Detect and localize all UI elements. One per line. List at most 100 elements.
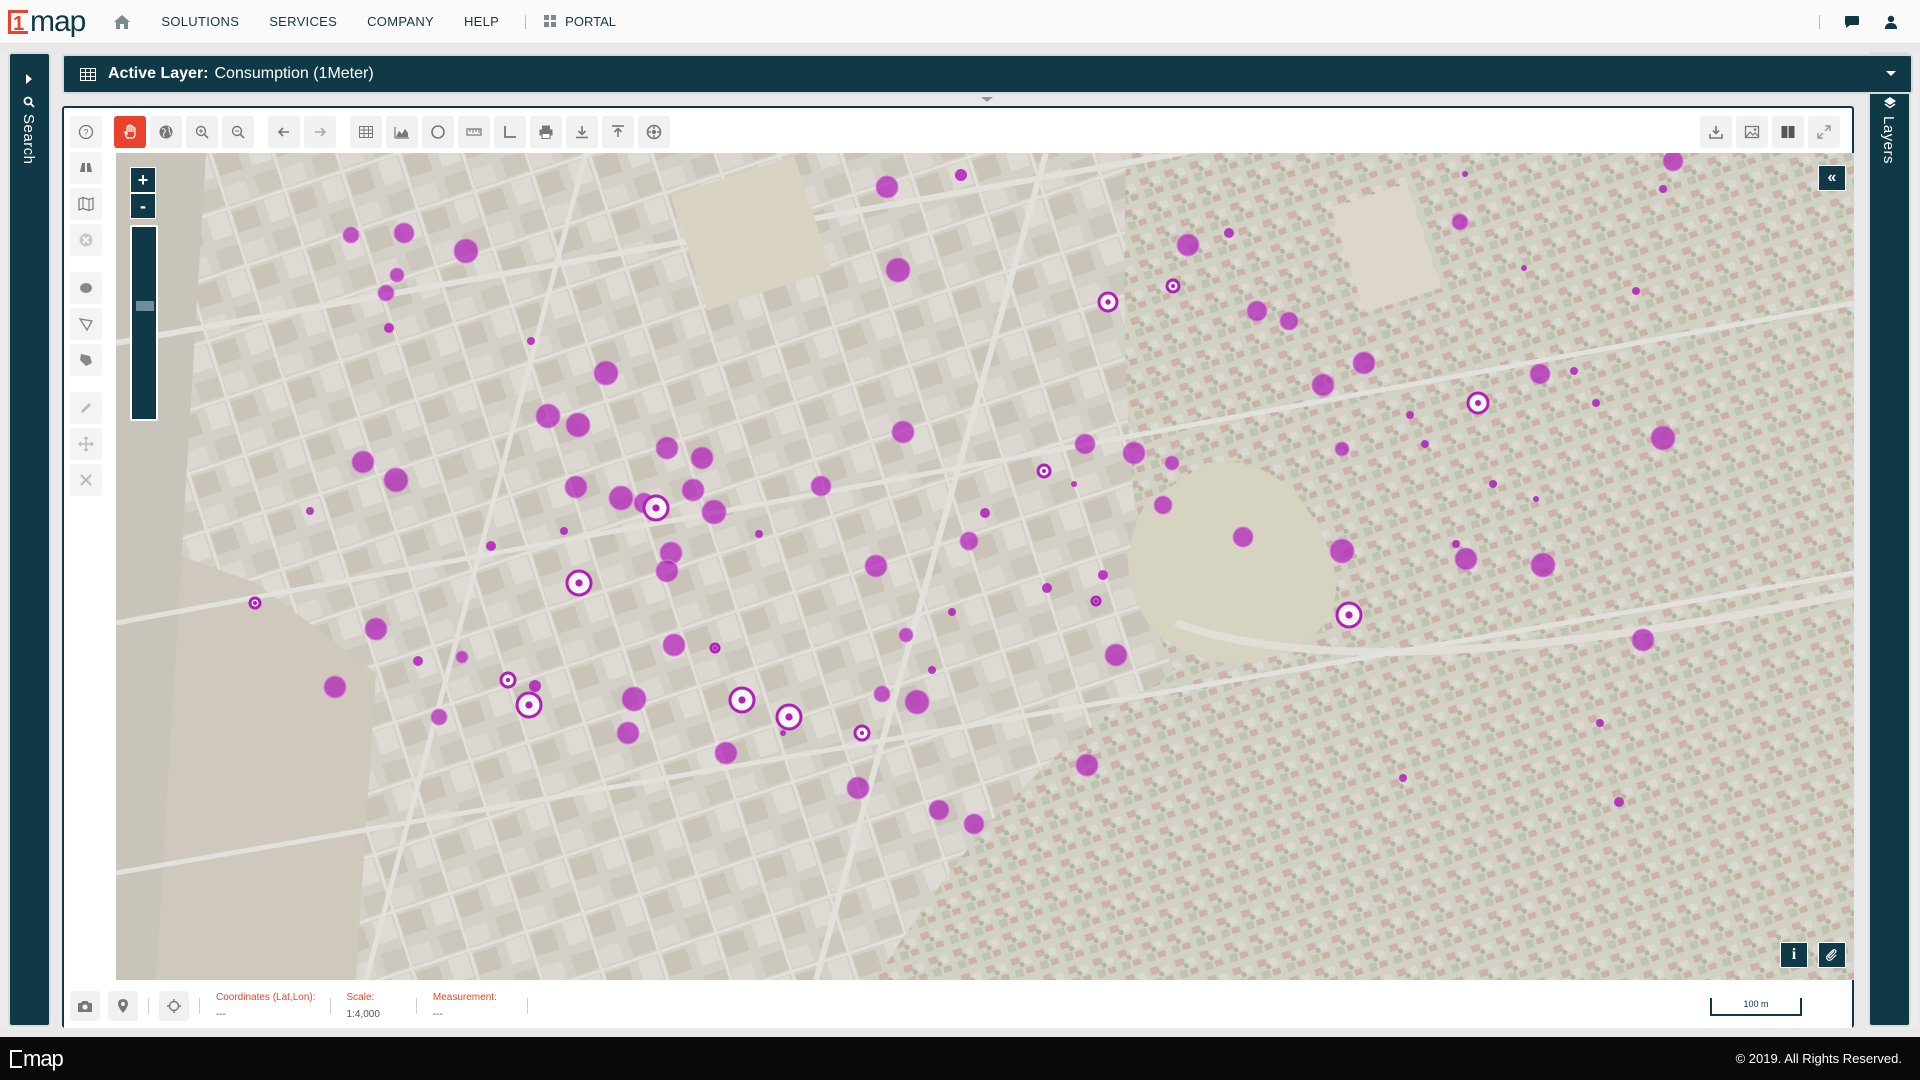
back-button[interactable] — [268, 116, 300, 148]
consumption-point[interactable] — [655, 436, 679, 460]
consumption-point[interactable] — [1334, 441, 1350, 457]
fullscreen-button[interactable] — [1808, 116, 1840, 148]
globe-button[interactable] — [150, 116, 182, 148]
consumption-point[interactable] — [608, 485, 634, 511]
download-button[interactable] — [566, 116, 598, 148]
consumption-point[interactable] — [1098, 570, 1108, 580]
consumption-point[interactable] — [453, 238, 479, 264]
consumption-point[interactable] — [389, 267, 405, 283]
home-icon[interactable] — [113, 13, 131, 31]
print-button[interactable] — [530, 116, 562, 148]
consumption-point[interactable] — [1406, 411, 1414, 419]
map-button[interactable] — [70, 188, 102, 220]
help-button[interactable]: ? — [70, 116, 102, 148]
consumption-point[interactable] — [455, 650, 469, 664]
consumption-point[interactable] — [904, 689, 930, 715]
zoom-slider-handle[interactable] — [136, 301, 154, 311]
consumption-point[interactable] — [1650, 425, 1676, 451]
consumption-point[interactable] — [948, 608, 956, 616]
angle-button[interactable] — [494, 116, 526, 148]
collapse-handle-icon[interactable] — [980, 96, 994, 104]
active-layer-bar[interactable]: Active Layer: Consumption (1Meter) — [62, 54, 1913, 94]
consumption-point[interactable] — [1662, 153, 1684, 172]
user-icon[interactable] — [1884, 15, 1898, 29]
consumption-point[interactable] — [1632, 287, 1640, 295]
zoom-slider[interactable] — [130, 225, 158, 421]
zoom-out-button[interactable] — [222, 116, 254, 148]
consumption-point[interactable] — [873, 685, 891, 703]
consumption-point[interactable] — [846, 776, 870, 800]
consumption-point[interactable] — [527, 337, 535, 345]
consumption-point[interactable] — [928, 799, 950, 821]
fill-button[interactable] — [70, 344, 102, 376]
consumption-point[interactable] — [1329, 538, 1355, 564]
consumption-point[interactable] — [621, 686, 647, 712]
consumption-point[interactable] — [1352, 351, 1376, 375]
nav-company[interactable]: COMPANY — [367, 14, 434, 29]
consumption-point[interactable] — [616, 721, 640, 745]
consumption-point[interactable] — [1122, 441, 1146, 465]
consumption-point[interactable] — [875, 175, 899, 199]
nav-portal[interactable]: PORTAL — [544, 14, 616, 29]
consumption-point[interactable] — [1530, 552, 1556, 578]
consumption-point[interactable] — [1529, 363, 1551, 385]
consumption-point[interactable] — [306, 507, 314, 515]
consumption-point[interactable] — [885, 257, 911, 283]
zoom-in-button[interactable] — [186, 116, 218, 148]
consumption-point[interactable] — [963, 813, 985, 835]
consumption-point[interactable] — [980, 508, 990, 518]
table-button[interactable] — [350, 116, 382, 148]
settings-button[interactable] — [638, 116, 670, 148]
binoculars-button[interactable] — [70, 152, 102, 184]
brand-logo[interactable]: 1 map — [8, 0, 86, 44]
clear-button[interactable] — [70, 224, 102, 256]
consumption-point[interactable] — [681, 478, 705, 502]
consumption-point[interactable] — [1075, 753, 1099, 777]
consumption-point[interactable] — [662, 633, 686, 657]
chevron-down-icon[interactable] — [1885, 70, 1897, 78]
collapse-overview-button[interactable]: « — [1818, 165, 1846, 191]
consumption-point[interactable] — [1421, 440, 1429, 448]
consumption-point[interactable] — [898, 627, 914, 643]
consumption-point[interactable] — [1074, 433, 1096, 455]
consumption-point[interactable] — [1596, 719, 1604, 727]
consumption-point[interactable] — [701, 499, 727, 525]
consumption-point[interactable] — [1454, 547, 1478, 571]
consumption-point[interactable] — [1224, 228, 1234, 238]
edit-button[interactable] — [70, 392, 102, 424]
consumption-point[interactable] — [529, 680, 541, 692]
consumption-point[interactable] — [342, 226, 360, 244]
nav-solutions[interactable]: SOLUTIONS — [161, 14, 239, 29]
consumption-point[interactable] — [1399, 774, 1407, 782]
chart-button[interactable] — [386, 116, 418, 148]
consumption-point[interactable] — [565, 412, 591, 438]
consumption-point[interactable] — [1489, 480, 1497, 488]
consumption-point[interactable] — [780, 730, 786, 736]
circle-button[interactable] — [422, 116, 454, 148]
consumption-point[interactable] — [383, 467, 409, 493]
consumption-point[interactable] — [364, 617, 388, 641]
consumption-point[interactable] — [593, 360, 619, 386]
consumption-point[interactable] — [413, 656, 423, 666]
draw-circle-button[interactable] — [70, 272, 102, 304]
consumption-point[interactable] — [1452, 540, 1460, 548]
footer-logo[interactable]: map — [10, 1046, 64, 1072]
zoom-out-button[interactable]: - — [130, 193, 156, 219]
consumption-point[interactable] — [1451, 213, 1469, 231]
consumption-point[interactable] — [755, 530, 763, 538]
nav-services[interactable]: SERVICES — [269, 14, 337, 29]
map-canvas[interactable]: + - « i — [116, 153, 1854, 980]
consumption-point[interactable] — [1570, 367, 1578, 375]
consumption-point[interactable] — [1232, 526, 1254, 548]
columns-button[interactable] — [1772, 116, 1804, 148]
layers-panel-tab[interactable]: Layers — [1868, 52, 1911, 1027]
consumption-point[interactable] — [1462, 171, 1468, 177]
forward-button[interactable] — [304, 116, 336, 148]
consumption-point[interactable] — [1614, 797, 1624, 807]
chat-icon[interactable] — [1844, 15, 1860, 29]
consumption-point[interactable] — [928, 666, 936, 674]
expand-right-icon[interactable] — [25, 74, 33, 84]
consumption-point[interactable] — [1659, 185, 1667, 193]
consumption-point[interactable] — [393, 222, 415, 244]
consumption-point[interactable] — [1153, 495, 1173, 515]
